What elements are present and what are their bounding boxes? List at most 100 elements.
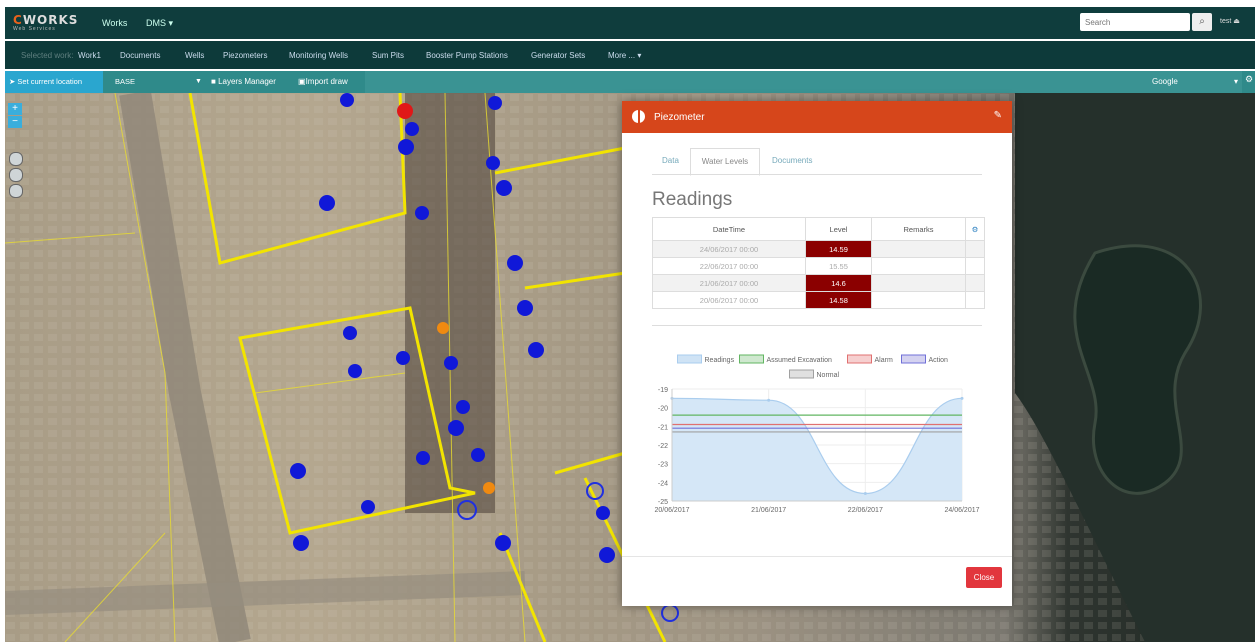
work-subnav: Selected work: Work1 Documents Wells Pie… [5,41,1255,69]
cell-level: 15.55 [805,257,872,275]
y-tick-label: -23 [658,462,668,469]
cell-action [965,257,985,275]
cell-datetime: 20/06/2017 00:00 [652,291,806,309]
map-provider-label: Google [1152,77,1178,86]
layers-icon: ■ [211,77,216,86]
layers-manager-button[interactable]: ■ Layers Manager [211,71,276,93]
cell-action [965,240,985,258]
nav-dms-dropdown[interactable]: DMS ▾ [146,18,173,29]
legend-label: Alarm [875,357,893,364]
set-location-label: Set current location [17,77,83,86]
readings-point [767,398,771,402]
import-draw-label: Import draw [305,77,348,86]
draw-shape-tool[interactable] [9,168,23,182]
cell-datetime: 22/06/2017 00:00 [652,257,806,275]
cell-remarks [871,274,966,292]
x-tick-label: 21/06/2017 [751,507,786,514]
cell-remarks [871,291,966,309]
edit-icon[interactable]: ✎ [994,110,1002,121]
subnav-monitoring-wells[interactable]: Monitoring Wells [289,51,348,60]
selected-piezometer-marker[interactable] [397,103,413,119]
y-tick-label: -21 [658,424,668,431]
legend-label: Readings [705,357,735,364]
y-tick-label: -22 [658,443,668,450]
subnav-wells[interactable]: Wells [185,51,204,60]
subnav-generator-sets[interactable]: Generator Sets [531,51,585,60]
x-tick-label: 22/06/2017 [848,507,883,514]
nav-works[interactable]: Works [102,18,127,28]
search-icon[interactable]: ⌕ [1192,13,1212,31]
readings-table: DateTime Level Remarks ⚙ 24/06/2017 00:0… [652,217,985,309]
modal-title: Piezometer [654,112,705,123]
subnav-sum-pits[interactable]: Sum Pits [372,51,404,60]
tab-documents[interactable]: Documents [772,156,812,165]
table-row[interactable]: 22/06/2017 00:00 15.55 [652,257,985,275]
tab-divider [652,174,982,175]
table-row[interactable]: 21/06/2017 00:00 14.6 [652,274,985,292]
zoom-controls: + − [8,103,22,129]
column-datetime[interactable]: DateTime [652,217,806,241]
map-toolbar: ➤ Set current location BASE ▼ ■ Layers M… [5,71,1255,93]
water-level-chart: Readings Assumed Excavation Alarm Action Nor… [654,354,980,514]
legend-label: Action [929,357,949,364]
x-tick-label: 20/06/2017 [654,507,689,514]
piezometer-modal: Piezometer ✎ Data Water Levels Documents… [622,101,1012,606]
table-row[interactable]: 24/06/2017 00:00 14.59 [652,240,985,258]
draw-polygon-tool[interactable] [9,152,23,166]
column-level[interactable]: Level [805,217,872,241]
close-button[interactable]: Close [966,567,1002,588]
search-input[interactable] [1080,13,1190,31]
modal-footer-divider [622,556,1012,557]
subnav-booster-pump-stations[interactable]: Booster Pump Stations [426,51,508,60]
map-provider-select[interactable]: Google ▾ [1142,71,1242,93]
cell-remarks [871,257,966,275]
subnav-piezometers[interactable]: Piezometers [223,51,267,60]
draw-marker-tool[interactable] [9,184,23,198]
legend-swatch [677,354,702,364]
set-location-button[interactable]: ➤ Set current location [5,71,103,93]
location-arrow-icon: ➤ [9,77,16,86]
selected-work-label: Selected work: [21,51,74,60]
layers-manager-label: Layers Manager [218,77,276,86]
readings-point [863,492,867,496]
gear-icon[interactable]: ⚙ [1245,74,1255,90]
chevron-down-icon[interactable]: ▼ [195,71,202,93]
user-menu[interactable]: test ⏏ [1220,17,1240,25]
zoom-out-button[interactable]: − [8,116,22,128]
tab-data[interactable]: Data [662,156,679,165]
legend-label: Normal [817,372,840,379]
modal-header: Piezometer ✎ [622,101,1012,133]
cell-action [965,291,985,309]
chevron-down-icon: ▾ [1233,77,1238,86]
legend-label: Assumed Excavation [767,357,832,364]
subnav-more-dropdown[interactable]: More ... ▾ [608,51,641,60]
base-layer-select[interactable]: BASE [115,71,135,93]
cell-remarks [871,240,966,258]
cell-level: 14.6 [805,274,872,292]
tab-water-levels[interactable]: Water Levels [690,148,760,176]
legend-swatch [789,369,814,379]
x-tick-label: 24/06/2017 [944,507,979,514]
zoom-in-button[interactable]: + [8,103,22,115]
image-icon: ▣ [298,77,306,86]
column-remarks[interactable]: Remarks [871,217,966,241]
readings-point [960,396,964,400]
logo-text: WORKS [22,13,79,27]
legend-swatch [739,354,764,364]
subnav-documents[interactable]: Documents [120,51,160,60]
readings-heading: Readings [652,189,733,210]
piezometer-icon [632,110,645,123]
table-row[interactable]: 20/06/2017 00:00 14.58 [652,291,985,309]
logout-icon[interactable]: ⏏ [1233,18,1240,25]
divider [652,325,982,326]
cell-datetime: 21/06/2017 00:00 [652,274,806,292]
app-logo[interactable]: CWORKS Web Services [13,13,78,32]
gear-icon[interactable]: ⚙ [965,217,985,241]
toolbar-spacer [365,71,1142,93]
y-tick-label: -24 [658,480,668,487]
import-draw-button[interactable]: ▣Import draw [298,71,348,93]
selected-work-value[interactable]: Work1 [78,51,101,60]
legend-swatch [847,354,872,364]
cell-action [965,274,985,292]
top-navbar: CWORKS Web Services Works DMS ▾ ⌕ test ⏏ [5,7,1255,39]
